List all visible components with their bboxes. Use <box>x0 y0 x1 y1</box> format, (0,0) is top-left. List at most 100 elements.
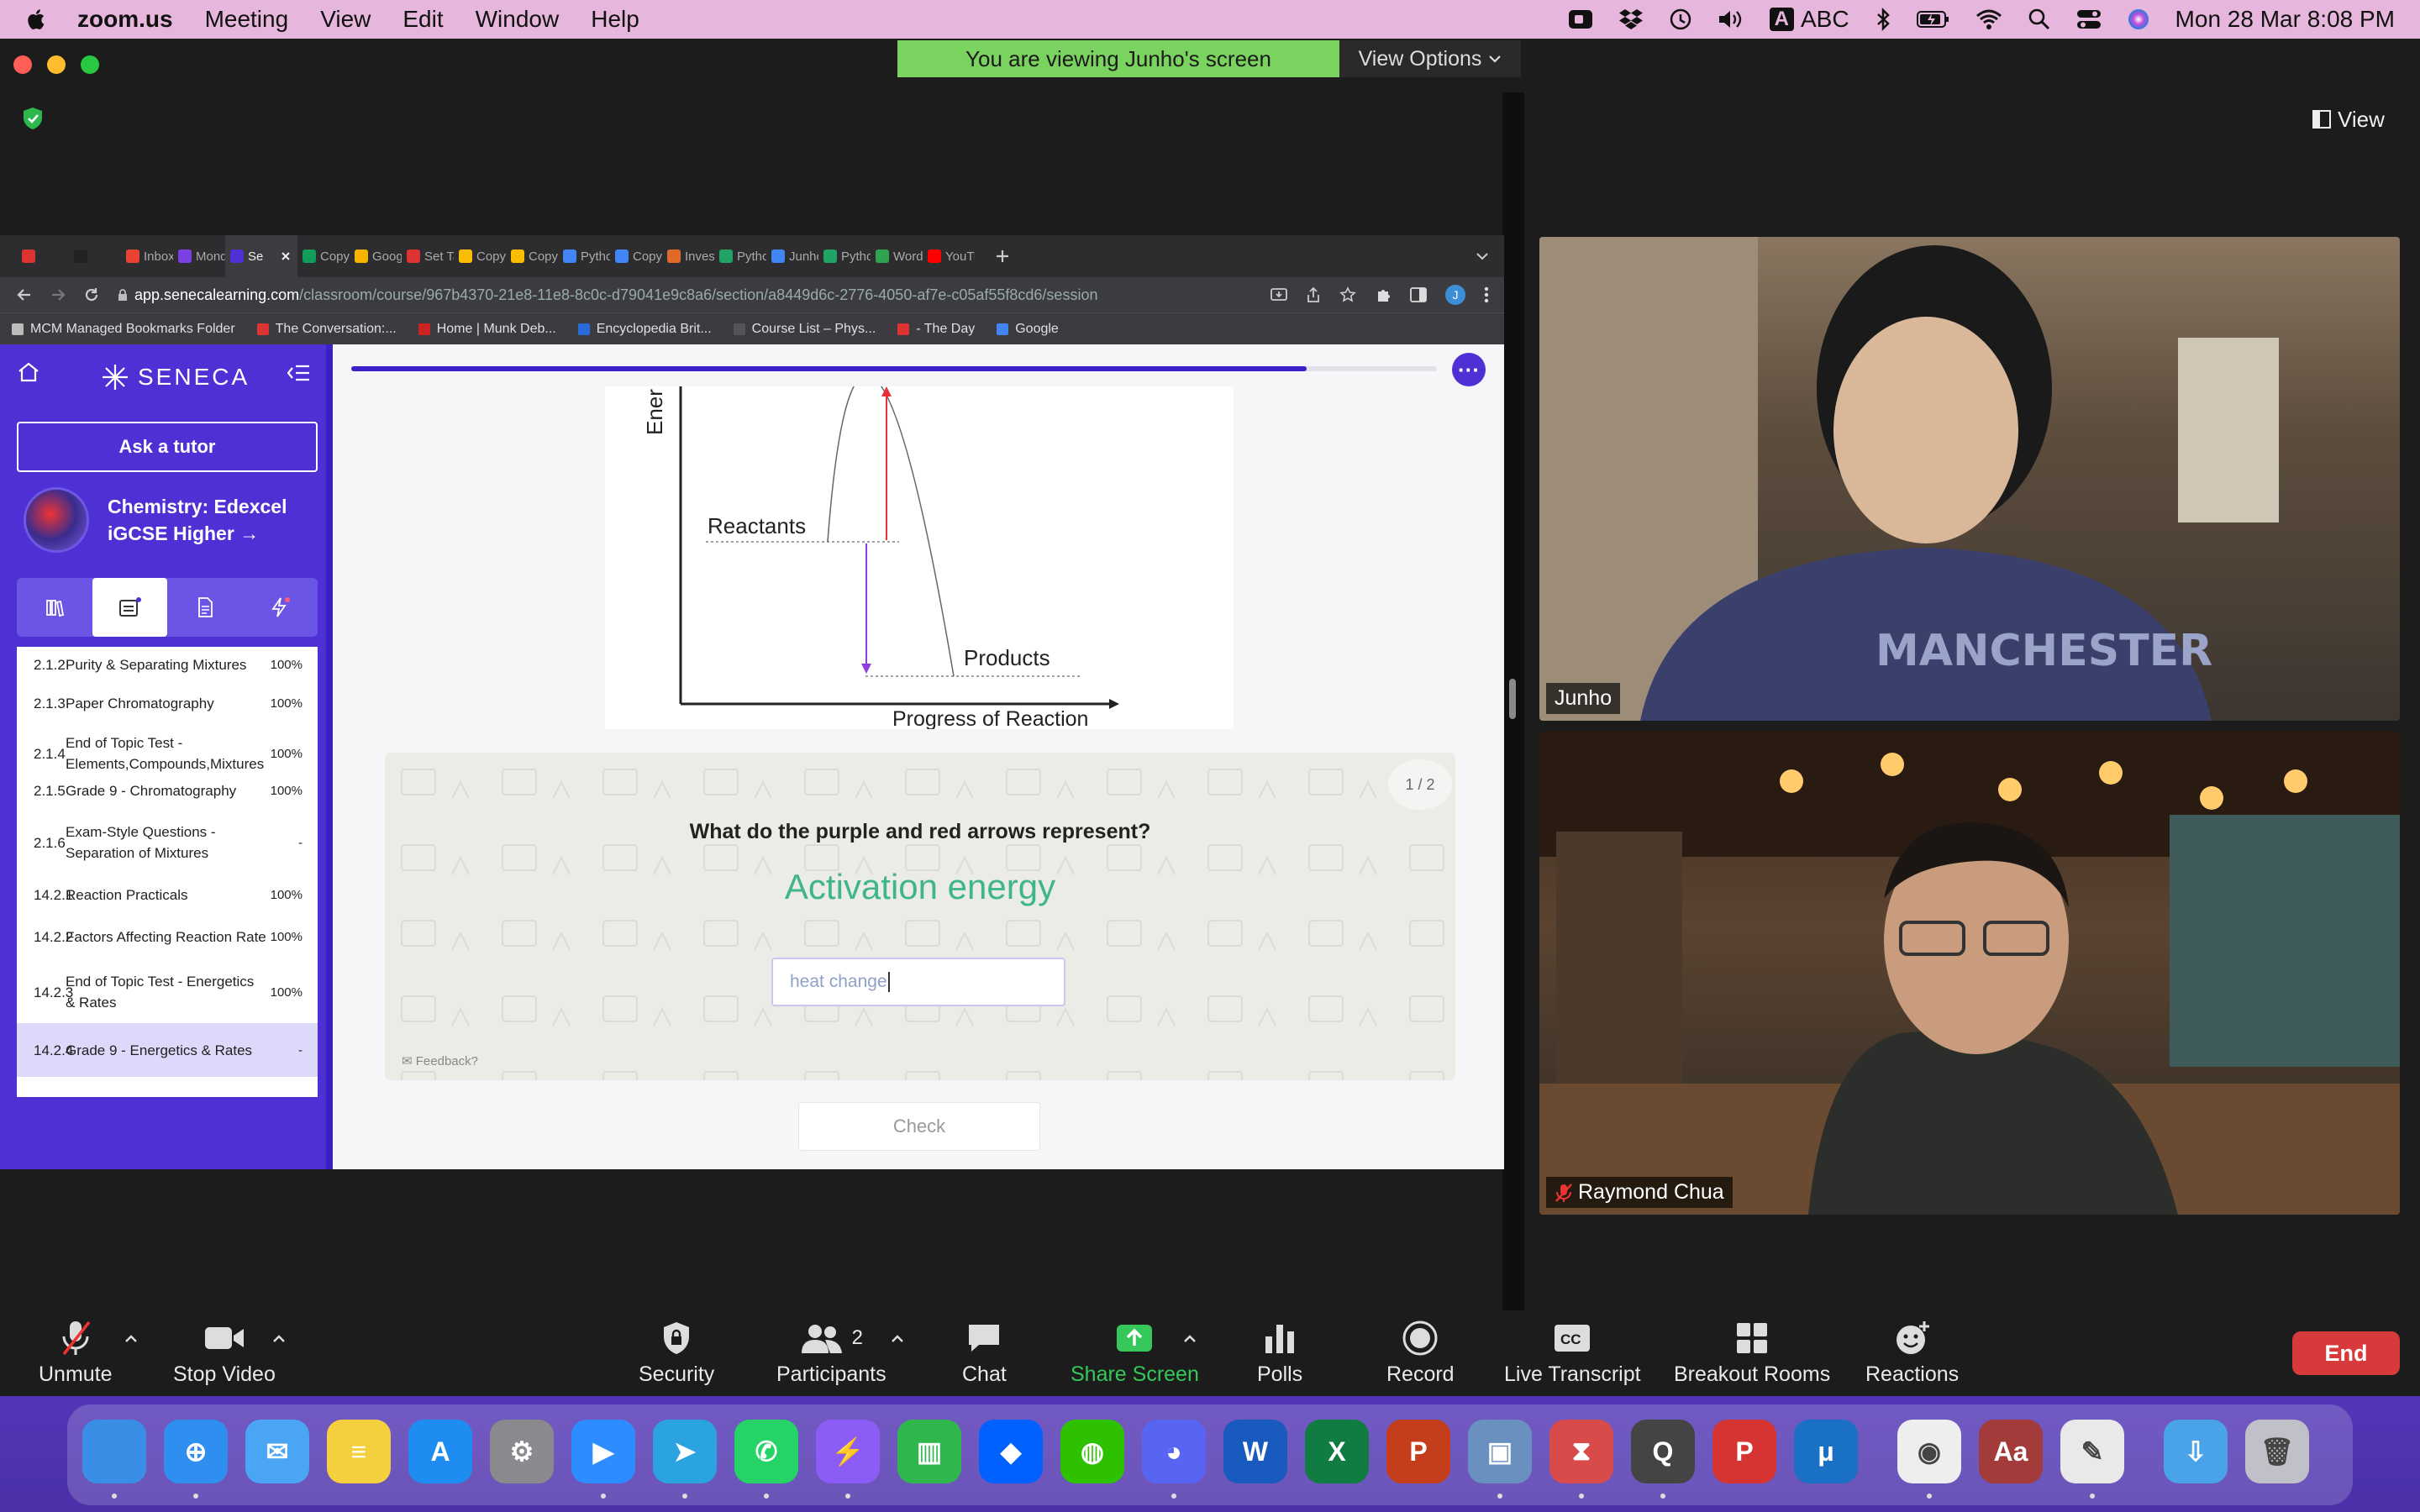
back-icon[interactable] <box>17 287 32 302</box>
sidepanel-icon[interactable] <box>1410 287 1427 302</box>
siri-icon[interactable] <box>2127 8 2150 31</box>
messenger-icon[interactable]: ⚡ <box>816 1420 880 1483</box>
time-machine-icon[interactable] <box>1669 8 1692 31</box>
menu-view[interactable]: View <box>320 6 371 33</box>
chrome-icon[interactable]: ◉ <box>1897 1420 1961 1483</box>
course-header[interactable]: Chemistry: Edexcel iGCSE Higher → <box>24 487 287 553</box>
end-meeting-button[interactable]: End <box>2292 1331 2400 1375</box>
topic-item[interactable]: 2.1.2 Purity & Separating Mixtures 100% <box>17 647 318 687</box>
browser-tab[interactable]: Googl <box>350 235 402 277</box>
seneca-logo[interactable]: SENECA <box>101 363 250 391</box>
topic-item[interactable]: 14.2.3 End of Topic Test - Energetics & R… <box>17 968 318 1016</box>
topic-item[interactable]: 14.2.1 Reaction Practicals 100% <box>17 879 318 911</box>
browser-tab[interactable]: Copy <box>454 235 506 277</box>
menu-meeting[interactable]: Meeting <box>205 6 289 33</box>
control-center-icon[interactable] <box>2076 8 2102 30</box>
bluetooth-icon[interactable] <box>1875 8 1891 31</box>
close-tab-icon[interactable] <box>281 251 291 261</box>
encryption-shield-icon[interactable] <box>20 106 45 131</box>
session-more-button[interactable]: ··· <box>1452 353 1486 386</box>
extensions-icon[interactable] <box>1375 286 1392 303</box>
browser-tab[interactable]: YouTu <box>923 235 975 277</box>
browser-tab[interactable]: Pytho <box>558 235 610 277</box>
browser-tab[interactable]: Pytho <box>714 235 766 277</box>
tab-library[interactable] <box>17 578 92 637</box>
input-source-icon[interactable]: A ABC <box>1769 6 1849 33</box>
finder-icon[interactable] <box>82 1420 146 1483</box>
whatsapp-icon[interactable]: ✆ <box>734 1420 798 1483</box>
zoom-app-icon[interactable]: ▶ <box>571 1420 635 1483</box>
answer-input[interactable]: heat change <box>771 958 1065 1006</box>
install-app-icon[interactable] <box>1270 287 1287 302</box>
tab-quick-practice[interactable] <box>243 578 318 637</box>
url-field[interactable]: app.senecalearning.com/classroom/course/… <box>118 286 1252 304</box>
browser-tab[interactable] <box>69 235 121 277</box>
browser-tab[interactable] <box>17 235 69 277</box>
topic-item[interactable]: 2.1.6 Exam-Style Questions - Separation o… <box>17 818 318 867</box>
menu-window[interactable]: Window <box>476 6 560 33</box>
record-button[interactable]: Record <box>1386 1319 1455 1387</box>
musescore-icon[interactable]: μ <box>1794 1420 1858 1483</box>
flashcards-icon[interactable]: ⧗ <box>1549 1420 1613 1483</box>
apple-menu-icon[interactable] <box>25 8 45 31</box>
browser-tab[interactable]: WordI <box>871 235 923 277</box>
mail-icon[interactable]: ✉ <box>245 1420 309 1483</box>
reactions-button[interactable]: Reactions <box>1865 1319 1959 1387</box>
panel-resize-handle[interactable] <box>1509 679 1516 719</box>
reload-icon[interactable] <box>84 287 99 302</box>
participants-button[interactable]: 2 Participants <box>776 1319 886 1387</box>
pdf-expert-icon[interactable]: P <box>1712 1420 1776 1483</box>
word-icon[interactable]: W <box>1223 1420 1287 1483</box>
forward-icon[interactable] <box>50 287 66 302</box>
topic-item[interactable]: 14.2.4 Grade 9 - Energetics & Rates - <box>17 1023 318 1077</box>
spotlight-search-icon[interactable] <box>2028 8 2051 31</box>
view-options-button[interactable]: View Options <box>1339 40 1521 77</box>
bookmark-item[interactable]: - The Day <box>897 322 975 337</box>
browser-tab[interactable]: Monda <box>173 235 225 277</box>
topic-item[interactable]: 2.1.5 Grade 9 - Chromatography 100% <box>17 774 318 806</box>
new-tab-icon[interactable] <box>995 249 1010 264</box>
dropbox-dock-icon[interactable]: ◆ <box>979 1420 1043 1483</box>
browser-tab[interactable]: Junho <box>766 235 818 277</box>
browser-tab[interactable]: Invest <box>662 235 714 277</box>
topic-item[interactable]: 14.2.2 Factors Affecting Reaction Rate 100… <box>17 912 318 961</box>
browser-tab[interactable]: Copy <box>297 235 350 277</box>
discord-icon[interactable]: ◕ <box>1142 1420 1206 1483</box>
unmute-button[interactable]: Unmute <box>39 1319 113 1387</box>
browser-tab[interactable]: Se <box>225 235 297 277</box>
browser-tab[interactable]: Set Ta <box>402 235 454 277</box>
battery-icon[interactable] <box>1916 9 1950 29</box>
telegram-icon[interactable]: ➤ <box>653 1420 717 1483</box>
video-options-chevron-icon[interactable] <box>272 1334 286 1344</box>
trash-icon[interactable]: 🗑 <box>2245 1420 2309 1483</box>
wechat-icon[interactable]: ◍ <box>1060 1420 1124 1483</box>
screen-record-icon[interactable] <box>1568 8 1593 30</box>
app-store-icon[interactable]: A <box>408 1420 472 1483</box>
window-close-button[interactable] <box>13 55 32 74</box>
bookmark-item[interactable]: The Conversation:... <box>256 322 397 337</box>
preview-icon[interactable]: ▣ <box>1468 1420 1532 1483</box>
stop-video-button[interactable]: Stop Video <box>173 1319 276 1387</box>
feedback-link[interactable]: ✉ Feedback? <box>402 1053 478 1068</box>
bookmark-item[interactable]: Home | Munk Deb... <box>418 322 556 337</box>
window-zoom-button[interactable] <box>81 55 99 74</box>
bookmark-item[interactable]: Encyclopedia Brit... <box>577 322 712 337</box>
browser-tab[interactable]: Inbox <box>121 235 173 277</box>
browser-tab[interactable]: Pytho <box>818 235 871 277</box>
menu-edit[interactable]: Edit <box>402 6 443 33</box>
share-icon[interactable] <box>1306 286 1321 303</box>
notes-icon[interactable]: ≡ <box>327 1420 391 1483</box>
safari-icon[interactable]: ⊕ <box>164 1420 228 1483</box>
video-tile-raymond-chua[interactable]: Raymond Chua <box>1539 731 2400 1215</box>
bookmark-item[interactable]: MCM Managed Bookmarks Folder <box>12 322 235 337</box>
bookmark-star-icon[interactable] <box>1339 286 1356 303</box>
collapse-sidebar-icon[interactable] <box>287 363 311 383</box>
video-tile-junho[interactable]: MANCHESTER Junho <box>1539 237 2400 721</box>
system-preferences-icon[interactable]: ⚙ <box>490 1420 554 1483</box>
dropbox-icon[interactable] <box>1618 8 1644 30</box>
participants-chevron-icon[interactable] <box>891 1334 904 1344</box>
share-screen-button[interactable]: Share Screen <box>1071 1319 1199 1387</box>
polls-button[interactable]: Polls <box>1257 1319 1302 1387</box>
tab-assignments[interactable] <box>92 578 167 637</box>
textedit-icon[interactable]: ✎ <box>2060 1420 2124 1483</box>
